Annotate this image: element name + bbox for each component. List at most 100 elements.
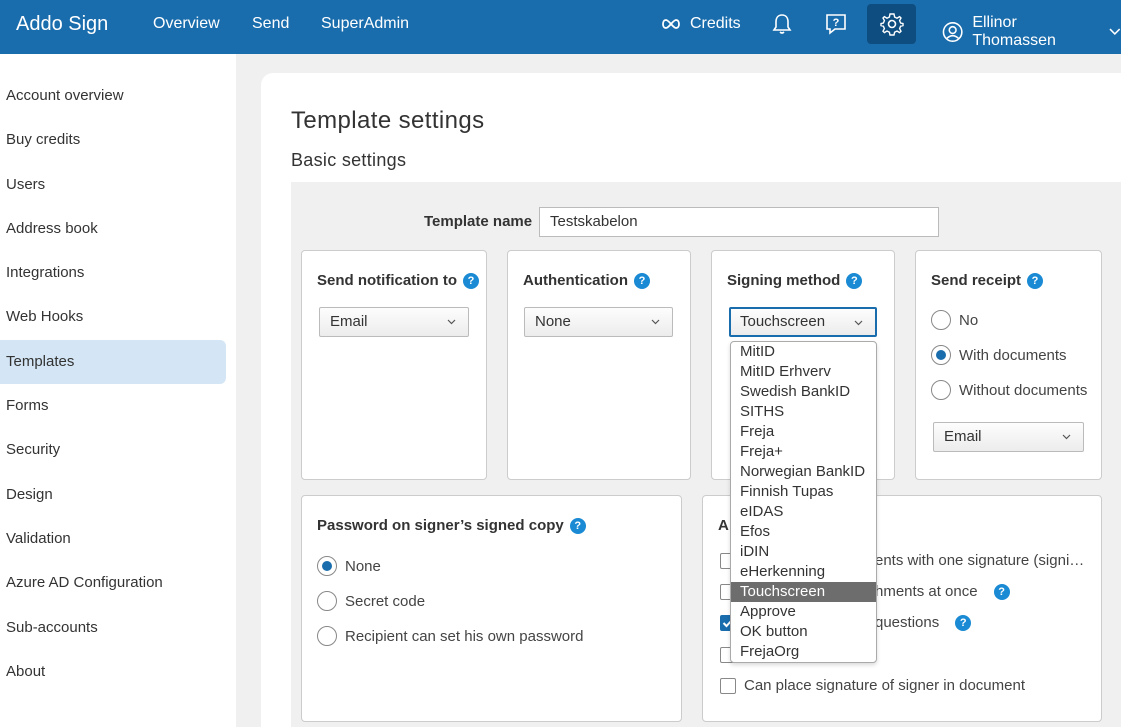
signing-title: Signing method ? bbox=[727, 272, 863, 289]
settings-button[interactable] bbox=[867, 4, 916, 44]
sidebar-item-sub-accounts[interactable]: Sub-accounts bbox=[0, 606, 226, 650]
password-option-recipient[interactable]: Recipient can set his own password bbox=[317, 626, 583, 646]
dropdown-option-efos[interactable]: Efos bbox=[731, 522, 876, 542]
dropdown-option-eidas[interactable]: eIDAS bbox=[731, 502, 876, 522]
sidebar-item-integrations[interactable]: Integrations bbox=[0, 251, 226, 295]
dropdown-option-frejaorg[interactable]: FrejaOrg bbox=[731, 642, 876, 662]
receipt-title: Send receipt ? bbox=[931, 272, 1044, 289]
gear-icon bbox=[879, 13, 904, 36]
authentication-select-value: None bbox=[535, 313, 571, 330]
dropdown-option-freja[interactable]: Freja bbox=[731, 422, 876, 442]
help-icon[interactable]: ? bbox=[846, 272, 863, 289]
receipt-option-no[interactable]: No bbox=[931, 310, 978, 330]
password-option-label: None bbox=[345, 557, 381, 575]
signing-select-value: Touchscreen bbox=[740, 313, 826, 330]
sidebar-item-address-book[interactable]: Address book bbox=[0, 207, 226, 251]
radio-button[interactable] bbox=[317, 591, 337, 611]
sidebar-item-design[interactable]: Design bbox=[0, 473, 226, 517]
help-icon[interactable]: ? bbox=[955, 614, 972, 631]
dropdown-option-ok-button[interactable]: OK button bbox=[731, 622, 876, 642]
sidebar-item-web-hooks[interactable]: Web Hooks bbox=[0, 295, 226, 339]
svg-text:?: ? bbox=[833, 17, 840, 29]
advanced-option-label: questions bbox=[875, 614, 940, 631]
sidebar-item-validation[interactable]: Validation bbox=[0, 517, 226, 561]
sidebar-item-buy-credits[interactable]: Buy credits bbox=[0, 118, 226, 162]
help-icon[interactable]: ? bbox=[634, 272, 650, 289]
template-name-input[interactable]: Testskabelon bbox=[539, 207, 939, 237]
password-title: Password on signer’s signed copy ? bbox=[317, 517, 586, 534]
notification-title-text: Send notification to bbox=[317, 272, 457, 289]
nav-superadmin[interactable]: SuperAdmin bbox=[321, 15, 409, 33]
help-icon[interactable]: ? bbox=[463, 272, 479, 289]
dropdown-option-mitid-erhverv[interactable]: MitID Erhverv bbox=[731, 362, 876, 382]
sidebar-item-users[interactable]: Users bbox=[0, 163, 226, 207]
notification-title: Send notification to ? bbox=[317, 272, 479, 289]
radio-button[interactable] bbox=[931, 345, 951, 365]
dropdown-option-siths[interactable]: SITHS bbox=[731, 402, 876, 422]
radio-button[interactable] bbox=[317, 626, 337, 646]
advanced-option-5[interactable]: Can place signature of signer in documen… bbox=[720, 677, 1025, 694]
chevron-down-icon bbox=[1062, 434, 1071, 440]
signing-select[interactable]: Touchscreen bbox=[729, 307, 877, 337]
sidebar-item-azure-ad[interactable]: Azure AD Configuration bbox=[0, 561, 226, 605]
radio-button[interactable] bbox=[317, 556, 337, 576]
help-chat-icon: ? bbox=[826, 14, 846, 35]
receipt-format-select[interactable]: Email bbox=[933, 422, 1084, 452]
authentication-title: Authentication ? bbox=[523, 272, 650, 289]
help-button[interactable]: ? bbox=[812, 4, 860, 44]
password-option-label: Recipient can set his own password bbox=[345, 627, 584, 645]
top-bar: Addo Sign Overview Send SuperAdmin Credi… bbox=[0, 0, 1121, 54]
password-title-text: Password on signer’s signed copy bbox=[317, 517, 564, 534]
receipt-title-text: Send receipt bbox=[931, 272, 1022, 289]
dropdown-option-norwegian-bankid[interactable]: Norwegian BankID bbox=[731, 462, 876, 482]
receipt-option-label: Without documents bbox=[959, 381, 1088, 399]
bell-icon bbox=[772, 14, 792, 34]
receipt-option-without-documents[interactable]: Without documents bbox=[931, 380, 1087, 400]
dropdown-option-approve[interactable]: Approve bbox=[731, 602, 876, 622]
app-logo[interactable]: Addo Sign bbox=[16, 13, 108, 36]
radio-button[interactable] bbox=[931, 310, 951, 330]
infinity-icon bbox=[662, 19, 680, 29]
authentication-title-text: Authentication bbox=[523, 272, 628, 289]
password-option-label: Secret code bbox=[345, 592, 426, 610]
page-title: Template settings bbox=[291, 107, 485, 134]
receipt-option-label: With documents bbox=[959, 346, 1067, 364]
password-option-secret-code[interactable]: Secret code bbox=[317, 591, 425, 611]
dropdown-option-idin[interactable]: iDIN bbox=[731, 542, 876, 562]
credits-link[interactable]: Credits bbox=[660, 15, 741, 33]
nav-send[interactable]: Send bbox=[252, 15, 289, 33]
notification-select[interactable]: Email bbox=[319, 307, 469, 337]
notification-select-value: Email bbox=[330, 313, 368, 330]
user-icon bbox=[942, 22, 963, 42]
dropdown-option-mitid[interactable]: MitID bbox=[731, 342, 876, 362]
sidebar-item-about[interactable]: About bbox=[0, 650, 226, 694]
dropdown-option-eherkenning[interactable]: eHerkenning bbox=[731, 562, 876, 582]
sidebar-item-templates[interactable]: Templates bbox=[0, 340, 226, 384]
radio-button[interactable] bbox=[931, 380, 951, 400]
checkbox[interactable] bbox=[720, 677, 736, 694]
help-icon[interactable]: ? bbox=[1027, 272, 1044, 289]
user-name: Ellinor Thomassen bbox=[972, 14, 1056, 49]
user-menu[interactable]: Ellinor Thomassen bbox=[942, 14, 1121, 50]
section-title: Basic settings bbox=[291, 150, 407, 170]
help-icon[interactable]: ? bbox=[569, 517, 586, 534]
authentication-select[interactable]: None bbox=[524, 307, 673, 337]
sidebar-item-account-overview[interactable]: Account overview bbox=[0, 74, 226, 118]
notifications-button[interactable] bbox=[758, 4, 806, 44]
password-option-none[interactable]: None bbox=[317, 556, 381, 576]
signing-method-dropdown: MitID MitID Erhverv Swedish BankID SITHS… bbox=[730, 341, 877, 663]
dropdown-option-finnish-tupas[interactable]: Finnish Tupas bbox=[731, 482, 876, 502]
chevron-down-icon bbox=[854, 320, 863, 326]
help-icon[interactable]: ? bbox=[993, 583, 1010, 600]
dropdown-option-swedish-bankid[interactable]: Swedish BankID bbox=[731, 382, 876, 402]
template-name-label: Template name bbox=[424, 213, 533, 230]
chevron-down-icon bbox=[1109, 28, 1121, 36]
receipt-option-with-documents[interactable]: With documents bbox=[931, 345, 1067, 365]
sidebar-item-security[interactable]: Security bbox=[0, 428, 226, 472]
nav-overview[interactable]: Overview bbox=[153, 15, 220, 33]
dropdown-option-touchscreen[interactable]: Touchscreen bbox=[731, 582, 876, 602]
dropdown-option-freja-plus[interactable]: Freja+ bbox=[731, 442, 876, 462]
signing-title-text: Signing method bbox=[727, 272, 841, 289]
chevron-down-icon bbox=[651, 319, 660, 325]
sidebar-item-forms[interactable]: Forms bbox=[0, 384, 226, 428]
